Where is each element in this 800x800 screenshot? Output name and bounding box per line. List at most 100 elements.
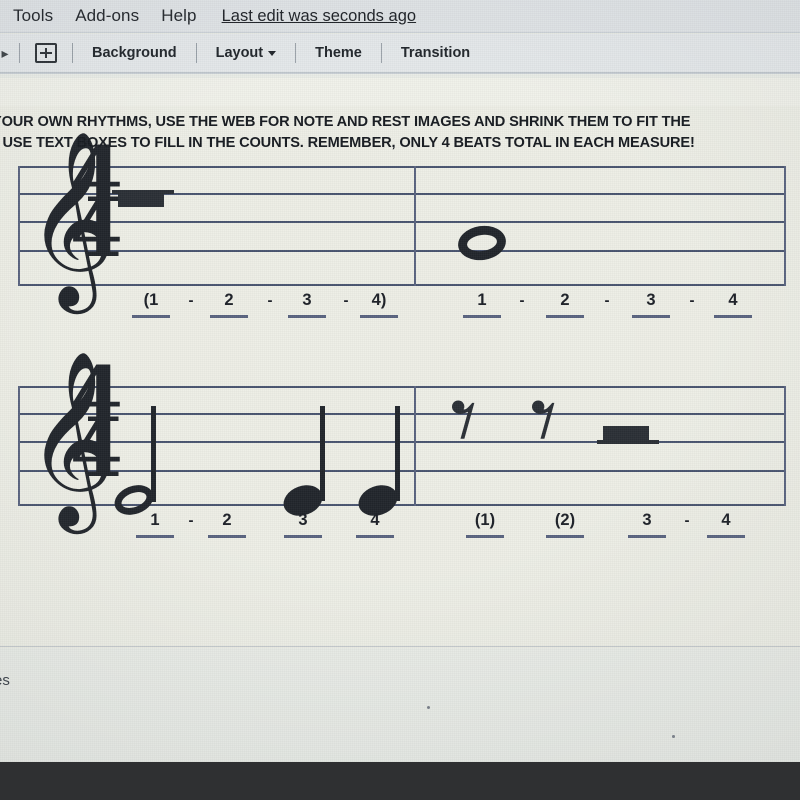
barline-middle — [414, 166, 416, 286]
dust-speck — [672, 735, 675, 738]
chevron-down-icon — [268, 50, 277, 56]
layout-button[interactable]: Layout — [206, 45, 287, 61]
count-dash: - — [188, 512, 194, 529]
count-label: 4 — [370, 511, 380, 529]
count-label: 3 — [646, 291, 656, 309]
count-underline — [632, 315, 670, 318]
last-edit-status[interactable]: Last edit was seconds ago — [222, 7, 416, 26]
whole-rest-icon[interactable] — [118, 193, 164, 207]
count-cell[interactable]: 1 — [128, 512, 182, 538]
count-underline — [463, 315, 501, 318]
toolbar: ▸ Background Layout Theme Transition — [0, 34, 800, 72]
count-underline — [208, 535, 246, 538]
count-cell[interactable]: 2 — [538, 292, 592, 318]
instruction-line-1: YOUR OWN RHYTHMS, USE THE WEB FOR NOTE A… — [0, 114, 691, 130]
barline-start — [18, 166, 20, 286]
count-cell[interactable]: 1 — [455, 292, 509, 318]
half-rest-icon[interactable] — [603, 426, 649, 440]
count-underline — [284, 535, 322, 538]
count-underline — [546, 535, 584, 538]
toolbar-divider — [195, 43, 197, 63]
time-signature-4-4[interactable]: 4 4 — [70, 137, 123, 274]
staff-line — [18, 250, 786, 252]
quarter-rest-icon[interactable]: 𝄾 — [450, 368, 484, 472]
menu-item-tools[interactable]: Tools — [2, 6, 64, 26]
slide-canvas[interactable]: YOUR OWN RHYTHMS, USE THE WEB FOR NOTE A… — [0, 78, 800, 648]
time-signature-denominator: 4 — [70, 404, 123, 494]
transition-button-label: Transition — [400, 45, 471, 61]
count-cell[interactable]: 3 — [280, 292, 334, 318]
new-slide-plus-icon — [35, 43, 57, 63]
barline-middle — [414, 386, 416, 506]
toolbar-divider — [295, 43, 297, 63]
toolbar-divider — [19, 43, 20, 63]
staff-line — [18, 413, 786, 415]
count-cell[interactable]: 3 — [624, 292, 678, 318]
staff-line — [18, 284, 786, 286]
count-cell[interactable]: (1 — [124, 292, 178, 318]
dust-speck — [427, 706, 430, 709]
count-cell[interactable]: 3 — [276, 512, 330, 538]
toolbar-overflow-arrow-icon[interactable]: ▸ — [0, 45, 10, 62]
theme-button[interactable]: Theme — [305, 45, 372, 61]
count-cell[interactable]: 4 — [348, 512, 402, 538]
count-underline — [628, 535, 666, 538]
count-underline — [707, 535, 745, 538]
count-dash: - — [684, 512, 690, 529]
staff-line — [18, 386, 786, 388]
menu-item-help[interactable]: Help — [150, 6, 207, 26]
counts-row-system-1: (1 - 2 - 3 - 4) 1 - 2 - 3 - 4 — [18, 292, 786, 336]
screen-photo: Tools Add-ons Help Last edit was seconds… — [0, 0, 800, 762]
barline-end — [784, 166, 786, 286]
staff-2: 𝄞 4 4 𝄾 𝄾 — [18, 357, 786, 521]
count-cell[interactable]: 4 — [699, 512, 753, 538]
count-cell[interactable]: 2 — [202, 292, 256, 318]
time-signature-4-4[interactable]: 4 4 — [70, 357, 123, 494]
count-cell[interactable]: 3 — [620, 512, 674, 538]
half-note-stem — [151, 406, 156, 502]
barline-start — [18, 386, 20, 506]
menu-item-addons[interactable]: Add-ons — [64, 6, 150, 26]
count-label: (1 — [143, 291, 159, 309]
bottom-text-fragment: es — [0, 672, 10, 689]
staff-line — [18, 441, 786, 443]
time-signature-denominator: 4 — [70, 184, 123, 274]
toolbar-divider — [380, 43, 382, 63]
count-label: (2) — [554, 511, 576, 529]
count-underline — [136, 535, 174, 538]
staff-line — [18, 470, 786, 472]
count-label: 1 — [150, 511, 160, 529]
staff-line — [18, 166, 786, 168]
count-label: 2 — [222, 511, 232, 529]
count-cell[interactable]: 4) — [352, 292, 406, 318]
new-slide-button[interactable] — [29, 43, 63, 63]
quarter-rest-icon[interactable]: 𝄾 — [530, 368, 564, 472]
layout-button-label: Layout — [215, 45, 264, 61]
staff-1: 𝄞 4 4 — [18, 137, 786, 294]
count-label: 4 — [721, 511, 731, 529]
below-slide-divider — [0, 646, 800, 647]
count-underline — [466, 535, 504, 538]
count-label: 2 — [224, 291, 234, 309]
count-label: 3 — [302, 291, 312, 309]
staff-system-2[interactable]: 𝄞 4 4 𝄾 𝄾 1 - 2 3 4 (1) (2) 3 - 4 — [18, 357, 786, 538]
count-underline — [356, 535, 394, 538]
quarter-note-stem — [320, 406, 325, 501]
whole-note-icon[interactable] — [455, 222, 509, 264]
count-dash: - — [604, 292, 610, 309]
count-underline — [546, 315, 584, 318]
staff-line — [18, 221, 786, 223]
background-button[interactable]: Background — [82, 45, 187, 61]
count-label: 3 — [298, 511, 308, 529]
count-cell[interactable]: 4 — [706, 292, 760, 318]
transition-button[interactable]: Transition — [391, 45, 480, 61]
staff-system-1[interactable]: 𝄞 4 4 (1 - 2 - 3 - 4) 1 - 2 - 3 - 4 — [18, 137, 786, 318]
count-cell[interactable]: (1) — [458, 512, 512, 538]
count-cell[interactable]: (2) — [538, 512, 592, 538]
count-label: 2 — [560, 291, 570, 309]
count-label: 3 — [642, 511, 652, 529]
count-cell[interactable]: 2 — [200, 512, 254, 538]
barline-end — [784, 386, 786, 506]
half-rest-ledge — [597, 440, 659, 444]
count-label: 1 — [477, 291, 487, 309]
